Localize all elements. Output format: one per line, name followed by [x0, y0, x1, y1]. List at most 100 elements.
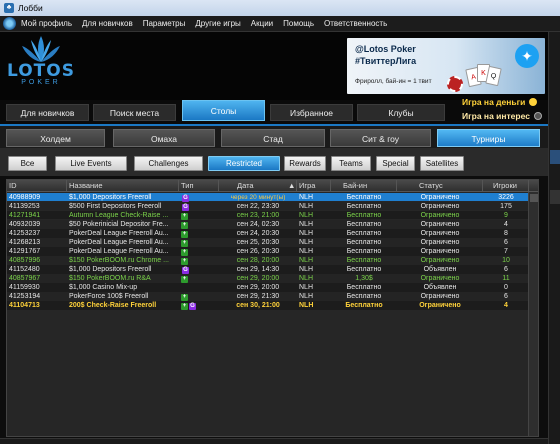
menu-bar: Мой профиль Для новичков Параметры Други… [0, 16, 560, 32]
cell-buyin: 1,30$ [355, 274, 373, 282]
filter-challenges[interactable]: Challenges [134, 156, 203, 171]
guaranteed-plus-icon: + [181, 275, 188, 283]
cell-name: PokerDeal League Freeroll Au... [69, 229, 169, 237]
col-game[interactable]: Игра [297, 180, 331, 192]
cell-name: $1,000 Depositors Freeroll [69, 265, 152, 273]
tab-tables[interactable]: Столы [182, 100, 265, 121]
cell-buyin: Бесплатно [346, 193, 382, 201]
cell-players: 9 [504, 211, 508, 219]
cell-status: Ограничено [420, 274, 460, 282]
table-row[interactable]: 41268213 PokerDeal League Freeroll Au... +… [7, 237, 528, 247]
table-row[interactable]: 40857967 $150 PokerBOOM.ru R&A + сен 29, 20… [7, 273, 528, 283]
menu-beginners[interactable]: Для новичков [82, 19, 133, 28]
guaranteed-plus-icon: + [181, 212, 188, 220]
banner-hashtag: #ТвиттерЛига [355, 56, 417, 66]
menu-profile[interactable]: Мой профиль [21, 19, 72, 28]
cell-name: PokerDeal League Freeroll Au... [69, 238, 169, 246]
g-badge-icon: G [182, 203, 189, 211]
cell-date: сен 22, 23:30 [236, 202, 280, 210]
table-row[interactable]: 41253194 PokerForce 100$ Freeroll + сен 29,… [7, 292, 528, 302]
col-status[interactable]: Статус [397, 180, 483, 192]
cell-date: сен 28, 20:00 [236, 256, 280, 264]
cell-players: 3226 [498, 193, 514, 201]
cell-date: сен 24, 02:30 [236, 220, 280, 228]
menu-help[interactable]: Помощь [283, 19, 314, 28]
table-row[interactable]: 41253237 PokerDeal League Freeroll Au... +… [7, 228, 528, 238]
lotos-menu-icon[interactable] [3, 17, 16, 30]
cell-type: + [181, 292, 217, 302]
filter-teams[interactable]: Teams [331, 156, 371, 171]
cell-type: + [181, 229, 217, 238]
twitter-league-banner[interactable]: @Lotos Poker #ТвиттерЛига Фриролл, бай-и… [347, 38, 545, 94]
type-sit-and-go[interactable]: Сит & гоу [330, 129, 431, 147]
radio-play-icon[interactable] [533, 112, 542, 120]
tab-beginners[interactable]: Для новичков [6, 104, 89, 121]
table-row[interactable]: 41159930 $1,000 Casino Mix-up сен 29, 20:0… [7, 283, 528, 292]
menu-settings[interactable]: Параметры [143, 19, 186, 28]
filter-all[interactable]: Все [8, 156, 47, 171]
col-type[interactable]: Тип [179, 180, 219, 192]
lobby-window: ♣ Лобби Мой профиль Для новичков Парамет… [0, 0, 560, 444]
radio-real-icon[interactable] [529, 98, 538, 106]
type-stud[interactable]: Стад [221, 129, 325, 147]
cell-players: 11 [502, 274, 510, 282]
real-money-option[interactable]: Игра на деньги [462, 96, 538, 108]
cell-players: 4 [504, 220, 508, 228]
cell-status: Ограничено [420, 211, 460, 219]
lotos-logo: LOTOS POKER [6, 34, 76, 96]
filter-live-events[interactable]: Live Events [55, 156, 127, 171]
cell-name: $150 PokerBOOM.ru R&A [69, 274, 151, 282]
col-buyin[interactable]: Бай-ин [331, 180, 397, 192]
cell-type: + [181, 274, 217, 283]
menu-promotions[interactable]: Акции [251, 19, 273, 28]
cell-name: PokerDeal League Freeroll Au... [69, 247, 169, 255]
col-name[interactable]: Название [67, 180, 179, 192]
cell-buyin: Бесплатно [346, 211, 382, 219]
tab-seat-search[interactable]: Поиск места [93, 104, 176, 121]
play-money-label: Игра на интерес [462, 111, 530, 121]
type-tournaments[interactable]: Турниры [437, 129, 540, 147]
filter-satellites[interactable]: Satellites [420, 156, 464, 171]
cell-name: PokerForce 100$ Freeroll [69, 293, 149, 301]
col-players[interactable]: Игроки [483, 180, 529, 192]
menu-other-games[interactable]: Другие игры [195, 19, 240, 28]
cell-buyin: Бесплатно [345, 302, 383, 310]
cell-game: NLH [299, 193, 314, 201]
col-date[interactable]: Дата ▲ [219, 180, 297, 192]
play-money-option[interactable]: Игра на интерес [462, 110, 542, 122]
cell-id: 41291767 [9, 247, 41, 255]
menu-responsibility[interactable]: Ответственность [324, 19, 387, 28]
tab-clubs[interactable]: Клубы [357, 104, 445, 121]
cell-name: $1,000 Casino Mix-up [69, 284, 138, 291]
table-row[interactable]: 41152480 $1,000 Depositors Freeroll Gсен 2… [7, 264, 528, 274]
table-scrollbar[interactable] [528, 192, 538, 436]
guaranteed-plus-icon: + [181, 303, 188, 311]
window-title: Лобби [18, 3, 43, 13]
filter-restricted[interactable]: Restricted [208, 156, 280, 171]
table-row[interactable]: 41271941 Autumn League Check-Raise ... + се… [7, 210, 528, 220]
table-row[interactable]: 41104713 200$ Check-Raise Freeroll + Gсен 3… [7, 301, 528, 311]
type-holdem[interactable]: Холдем [6, 129, 105, 147]
cell-game: NLH [299, 302, 314, 310]
logo-brand: LOTOS [7, 61, 75, 81]
cell-game: NLH [299, 284, 314, 291]
col-id[interactable]: ID [7, 180, 67, 192]
cell-type: + [181, 220, 217, 229]
table-row[interactable]: 40988909 $1,000 Depositors Freeroll Gчерез… [7, 192, 528, 202]
cell-game: NLH [299, 293, 314, 301]
banner-handle: @Lotos Poker [355, 44, 416, 54]
tab-favorites[interactable]: Избранное [270, 104, 353, 121]
scrollbar-thumb[interactable] [530, 194, 538, 202]
type-omaha[interactable]: Омаха [113, 129, 215, 147]
table-row[interactable]: 40857996 $150 PokerBOOM.ru Chrome ... + сен… [7, 255, 528, 265]
cell-status: Объявлен [423, 265, 457, 273]
cell-id: 40857967 [9, 274, 41, 282]
table-row[interactable]: 40932039 $50 Pokerinicial Depositor Fre..… [7, 219, 528, 229]
g-badge-icon: G [182, 266, 189, 274]
footer-strip [0, 438, 548, 444]
filter-special[interactable]: Special [376, 156, 415, 171]
table-row[interactable]: 41139253 $500 First Depositors Freeroll Gс… [7, 201, 528, 211]
table-row[interactable]: 41291767 PokerDeal League Freeroll Au... +… [7, 246, 528, 256]
cell-status: Ограничено [419, 302, 461, 310]
filter-rewards[interactable]: Rewards [284, 156, 326, 171]
